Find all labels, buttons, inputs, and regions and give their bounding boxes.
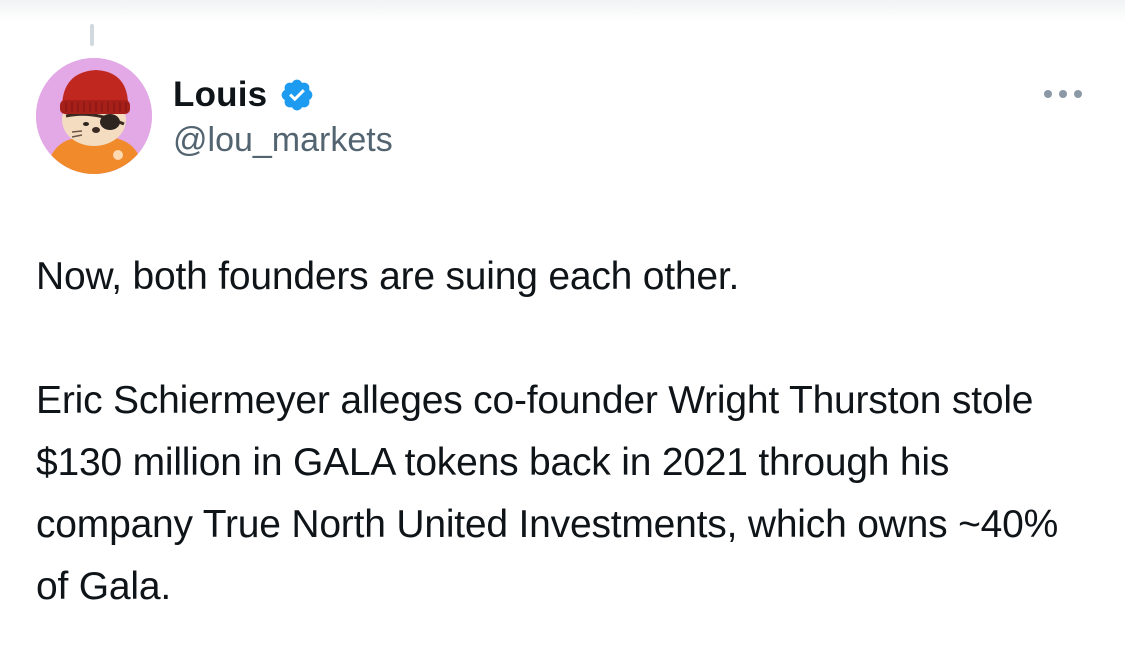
tweet-paragraph-2: Eric Schiermeyer alleges co-founder Wrig… — [36, 379, 1059, 608]
avatar-illustration-icon — [36, 58, 152, 174]
display-name[interactable]: Louis — [173, 75, 267, 115]
more-options-icon-dot — [1059, 90, 1067, 98]
avatar[interactable] — [36, 58, 152, 174]
more-options-icon — [1044, 90, 1052, 98]
tweet-body: Now, both founders are suing each other.… — [36, 246, 1096, 618]
tweet-paragraph-1: Now, both founders are suing each other. — [36, 255, 740, 298]
more-options-button[interactable] — [1036, 80, 1090, 108]
verified-badge-icon[interactable] — [279, 77, 315, 113]
author-name-row: Louis — [173, 72, 315, 118]
more-options-icon-dot — [1074, 90, 1082, 98]
thread-connector-line — [90, 24, 94, 46]
user-handle[interactable]: @lou_markets — [173, 121, 393, 160]
top-divider — [0, 0, 1125, 22]
